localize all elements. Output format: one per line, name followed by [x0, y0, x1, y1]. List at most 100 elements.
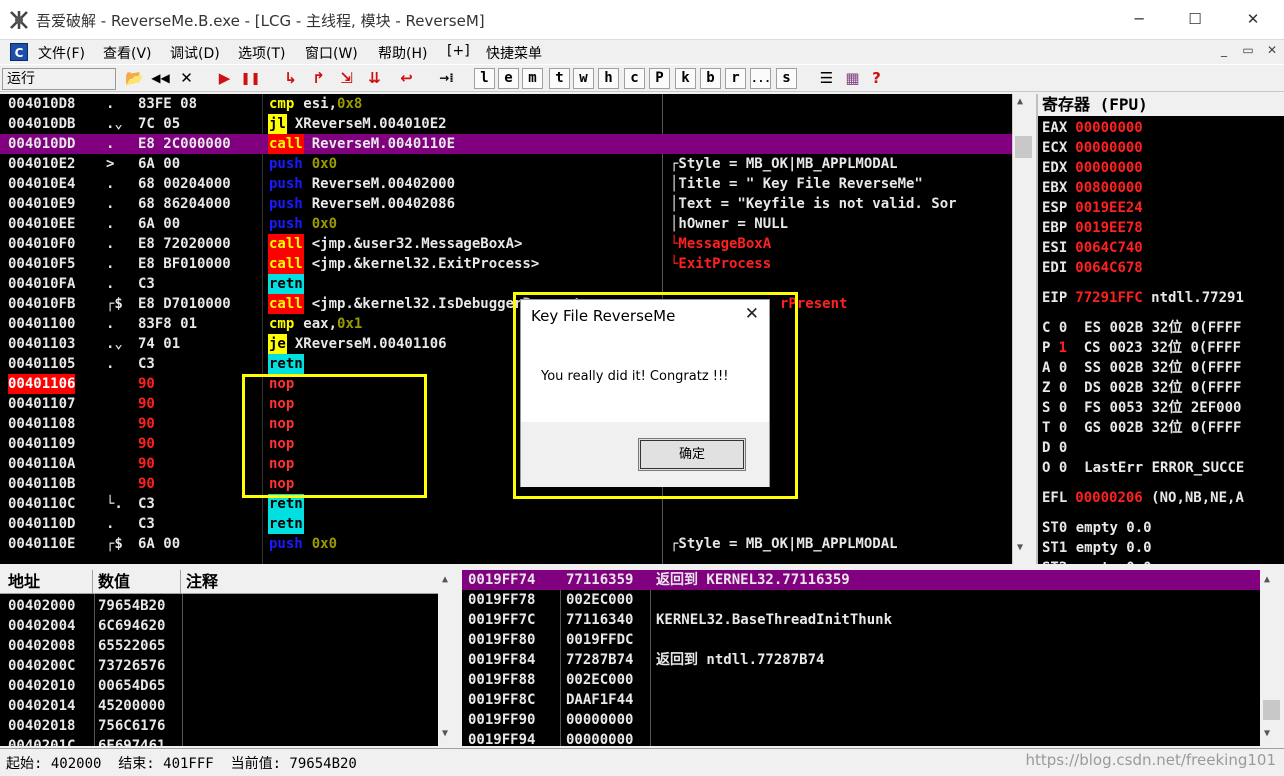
- execute-till-return-icon[interactable]: ↩: [396, 68, 417, 89]
- stack-row[interactable]: 0019FF78 002EC000: [462, 590, 1260, 610]
- register-value[interactable]: 0064C678: [1075, 260, 1142, 276]
- disasm-row[interactable]: 0040110A 90 nop: [0, 454, 1012, 474]
- menu-file[interactable]: 文件(F): [38, 43, 85, 63]
- cpu-window-button[interactable]: c: [624, 68, 645, 89]
- disasm-row[interactable]: 004010D8. 83FE 08 cmp esi,0x8: [0, 94, 1012, 114]
- step-over-icon[interactable]: ↱: [308, 68, 329, 89]
- help-icon[interactable]: ?: [866, 68, 887, 89]
- register-value[interactable]: 77291FFC: [1075, 290, 1142, 306]
- register-value[interactable]: 00000000: [1075, 160, 1142, 176]
- register-value[interactable]: 0019EE78: [1075, 220, 1142, 236]
- ok-button[interactable]: 确定: [638, 438, 746, 471]
- dump-col-address[interactable]: 地址: [8, 571, 40, 593]
- register-row[interactable]: O 0 LastErr ERROR_SUCCE: [1042, 458, 1244, 478]
- stack-row[interactable]: 0019FF8C DAAF1F44: [462, 690, 1260, 710]
- maximize-button[interactable]: ☐: [1180, 8, 1210, 32]
- mdi-minimize-button[interactable]: _: [1214, 43, 1234, 61]
- trace-into-icon[interactable]: ⇲: [336, 68, 357, 89]
- registers-pane[interactable]: 寄存器 (FPU) EAX 00000000 ECX 00000000 EDX 00000…: [1036, 94, 1284, 564]
- dump-row[interactable]: 00402018 756C6176: [0, 716, 438, 736]
- disasm-row[interactable]: 00401106 90 nop: [0, 374, 1012, 394]
- register-value[interactable]: 1: [1058, 340, 1066, 356]
- register-row[interactable]: ST1 empty 0.0: [1042, 538, 1152, 558]
- pause-icon[interactable]: ❚❚: [240, 68, 261, 89]
- disasm-row[interactable]: 004010F5. E8 BF010000 call <jmp.&kernel32.E…: [0, 254, 1012, 274]
- dump-row[interactable]: 00402004 6C694620: [0, 616, 438, 636]
- breakpoints-button[interactable]: b: [700, 68, 721, 89]
- register-row[interactable]: ECX 00000000: [1042, 138, 1143, 158]
- memory-dump-pane[interactable]: 地址 数值 注释 00402000 79654B20 00402004 6C69462…: [0, 570, 460, 746]
- register-row[interactable]: EDI 0064C678: [1042, 258, 1143, 278]
- register-row[interactable]: C 0 ES 002B 32位 0(FFFF: [1042, 318, 1241, 338]
- menu-window[interactable]: 窗口(W): [305, 43, 358, 63]
- dump-col-value[interactable]: 数值: [98, 571, 130, 593]
- source-button[interactable]: s: [776, 68, 797, 89]
- register-row[interactable]: EBX 00800000: [1042, 178, 1143, 198]
- scroll-down-icon[interactable]: ▼: [1264, 728, 1270, 739]
- disasm-row[interactable]: 004010E2 >6A 00 push 0x0 ┌Style = MB_OK|MB_A…: [0, 154, 1012, 174]
- dump-row[interactable]: 00402008 65522065: [0, 636, 438, 656]
- register-row[interactable]: EIP 77291FFC ntdll.77291: [1042, 288, 1244, 308]
- patches-window-button[interactable]: P: [649, 68, 670, 89]
- scroll-down-icon[interactable]: ▼: [1017, 542, 1023, 553]
- dump-row[interactable]: 0040201C 6E697461: [0, 736, 438, 746]
- run-icon[interactable]: ▶: [214, 68, 235, 89]
- disasm-row[interactable]: 004010EE. 6A 00 push 0x0 │hOwner = NULL: [0, 214, 1012, 234]
- disasm-row[interactable]: 004010FA. C3 retn: [0, 274, 1012, 294]
- menu-help[interactable]: 帮助(H): [378, 43, 427, 63]
- disasm-row[interactable]: 00401108 90 nop: [0, 414, 1012, 434]
- dialog-close-icon[interactable]: ✕: [745, 304, 759, 324]
- dump-scrollbar[interactable]: ▲ ▼: [438, 570, 460, 746]
- dump-row[interactable]: 0040200C 73726576: [0, 656, 438, 676]
- stack-row[interactable]: 0019FF74 77116359 返回到 KERNEL32.77116359: [462, 570, 1260, 590]
- disasm-row[interactable]: 004010E9. 68 86204000 push ReverseM.0040208…: [0, 194, 1012, 214]
- scroll-up-icon[interactable]: ▲: [1264, 574, 1270, 585]
- stack-row[interactable]: 0019FF7C 77116340 KERNEL32.BaseThreadInitT…: [462, 610, 1260, 630]
- register-row[interactable]: EFL 00000206 (NO,NB,NE,A: [1042, 488, 1244, 508]
- register-row[interactable]: EBP 0019EE78: [1042, 218, 1143, 238]
- scroll-thumb[interactable]: [1263, 700, 1280, 720]
- trace-over-icon[interactable]: ⇊: [364, 68, 385, 89]
- stack-row[interactable]: 0019FF88 002EC000: [462, 670, 1260, 690]
- threads-window-button[interactable]: t: [549, 68, 570, 89]
- stack-row[interactable]: 0019FF84 77287B74 返回到 ntdll.77287B74: [462, 650, 1260, 670]
- disasm-row[interactable]: 00401103 .⌄ 74 01 je XReverseM.00401106: [0, 334, 1012, 354]
- stack-scrollbar[interactable]: ▲ ▼: [1260, 570, 1284, 746]
- disasm-row[interactable]: 004010DD. E8 2C000000 call ReverseM.0040110…: [0, 134, 1012, 154]
- register-row[interactable]: EDX 00000000: [1042, 158, 1143, 178]
- call-stack-button[interactable]: k: [675, 68, 696, 89]
- register-value[interactable]: 00000000: [1075, 140, 1142, 156]
- menu-debug[interactable]: 调试(D): [170, 43, 220, 63]
- minimize-button[interactable]: ─: [1124, 8, 1154, 32]
- goto-address-icon[interactable]: →⁞: [436, 68, 457, 89]
- register-row[interactable]: ESI 0064C740: [1042, 238, 1143, 258]
- stack-row[interactable]: 0019FF90 00000000: [462, 710, 1260, 730]
- log-window-button[interactable]: l: [474, 68, 495, 89]
- scroll-up-icon[interactable]: ▲: [442, 574, 448, 585]
- restart-icon[interactable]: ◀◀: [150, 68, 171, 89]
- register-row[interactable]: EAX 00000000: [1042, 118, 1143, 138]
- disasm-row[interactable]: 0040110B 90 nop: [0, 474, 1012, 494]
- list-icon[interactable]: ☰: [816, 68, 837, 89]
- memory-window-button[interactable]: m: [522, 68, 543, 89]
- options-grid-icon[interactable]: ▦: [842, 68, 863, 89]
- disasm-row[interactable]: 00401107 90 nop: [0, 394, 1012, 414]
- register-row[interactable]: A 0 SS 002B 32位 0(FFFF: [1042, 358, 1241, 378]
- dump-col-comment[interactable]: 注释: [186, 571, 218, 593]
- scroll-thumb[interactable]: [1015, 136, 1032, 158]
- stack-pane[interactable]: 0019FF74 77116359 返回到 KERNEL32.77116359 001…: [462, 570, 1284, 746]
- step-into-icon[interactable]: ↳: [280, 68, 301, 89]
- dump-row[interactable]: 00402014 45200000: [0, 696, 438, 716]
- disasm-row[interactable]: 004010DB .⌄ 7C 05 jl XReverseM.004010E2: [0, 114, 1012, 134]
- register-row[interactable]: ST0 empty 0.0: [1042, 518, 1152, 538]
- menu-view[interactable]: 查看(V): [103, 43, 152, 63]
- register-value[interactable]: 00000000: [1075, 120, 1142, 136]
- register-row[interactable]: S 0 FS 0053 32位 2EF000: [1042, 398, 1241, 418]
- stack-row[interactable]: 0019FF94 00000000: [462, 730, 1260, 746]
- disasm-row[interactable]: 00401100. 83F8 01 cmp eax,0x1: [0, 314, 1012, 334]
- register-row[interactable]: Z 0 DS 002B 32位 0(FFFF: [1042, 378, 1241, 398]
- run-trace-button[interactable]: ...: [750, 68, 771, 89]
- dump-row[interactable]: 00402000 79654B20: [0, 596, 438, 616]
- register-value[interactable]: 0019EE24: [1075, 200, 1142, 216]
- stack-row[interactable]: 0019FF80 0019FFDC: [462, 630, 1260, 650]
